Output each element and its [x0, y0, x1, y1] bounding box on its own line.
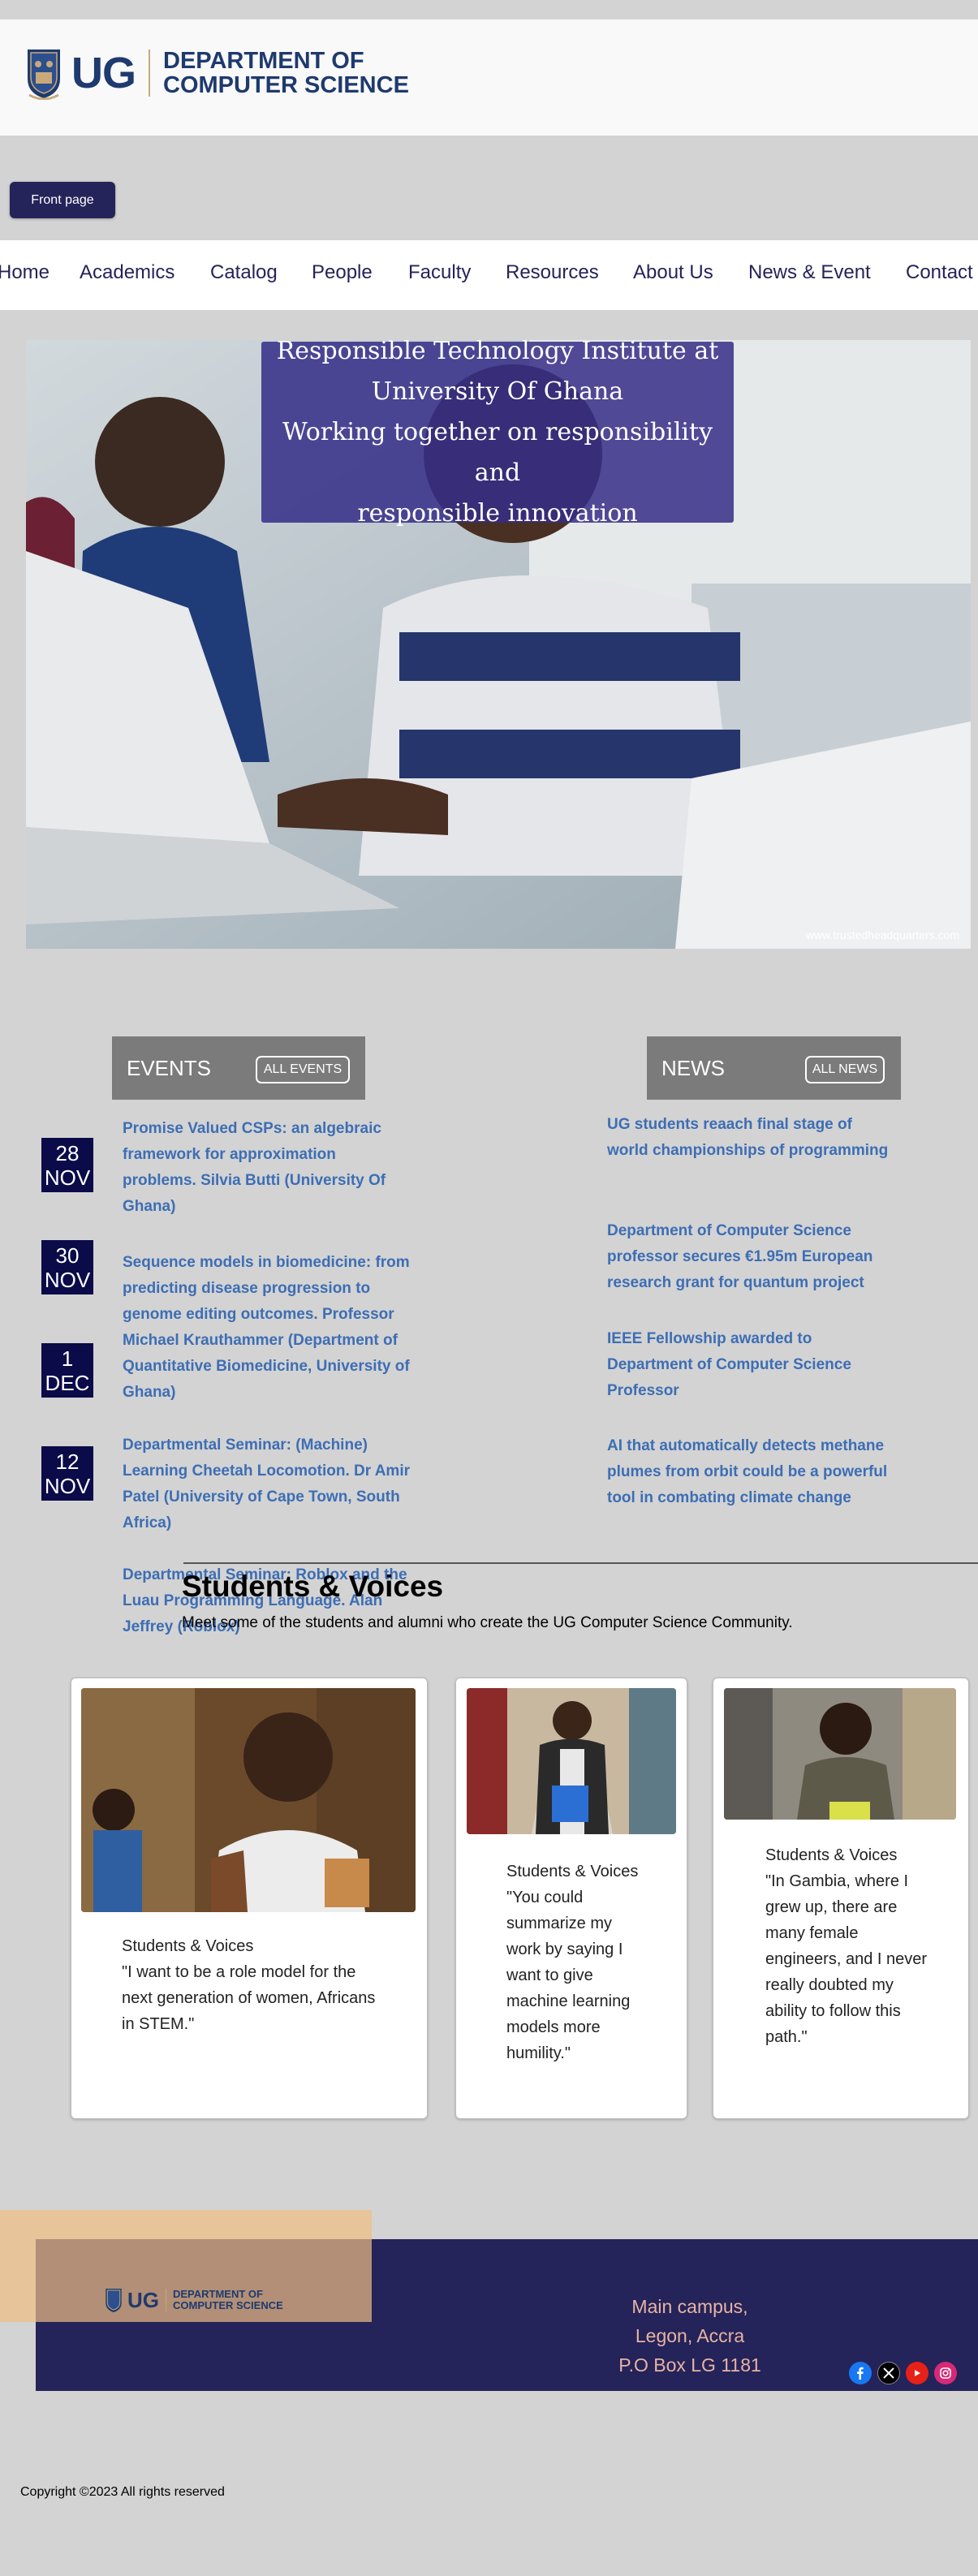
- news-link-3[interactable]: IEEE Fellowship awarded to Department of…: [607, 1326, 893, 1404]
- section-divider: [183, 1562, 978, 1564]
- card-quote: "You could summarize my work by saying I…: [506, 1889, 631, 2062]
- event-date-2: 30 NOV: [41, 1240, 93, 1294]
- events-title: EVENTS: [127, 1056, 212, 1080]
- nav-faculty[interactable]: Faculty: [408, 261, 471, 284]
- event-day: 28: [55, 1140, 80, 1165]
- news-title: NEWS: [661, 1056, 725, 1080]
- card-quote: "In Gambia, where I grew up, there are m…: [765, 1872, 928, 2046]
- front-page-button[interactable]: Front page: [10, 182, 115, 218]
- nav-resources[interactable]: Resources: [506, 261, 599, 284]
- department-line-1: DEPARTMENT OF: [163, 48, 364, 74]
- all-events-button[interactable]: ALL EVENTS: [256, 1056, 350, 1083]
- footer-department-name: DEPARTMENT OF COMPUTER SCIENCE: [173, 2289, 283, 2311]
- ug-crest-icon: [28, 50, 60, 100]
- students-voices-title: Students & Voices: [182, 1570, 444, 1603]
- all-news-button[interactable]: ALL NEWS: [805, 1056, 885, 1083]
- student-photo-2: [467, 1688, 676, 1834]
- x-icon[interactable]: [877, 2362, 900, 2384]
- card-quote: "I want to be a role model for the next …: [122, 1963, 376, 2033]
- event-link-3[interactable]: Departmental Seminar: (Machine) Learning…: [123, 1432, 427, 1536]
- hero-watermark: www.trustedheadquarters.com: [805, 928, 959, 941]
- department-line-2: COMPUTER SCIENCE: [163, 72, 409, 98]
- address-line-3: P.O Box LG 1181: [618, 2354, 761, 2376]
- news-header: NEWS ALL NEWS: [647, 1036, 901, 1100]
- footer-crest-icon: [106, 2288, 122, 2313]
- student-card-3[interactable]: Students & Voices "In Gambia, where I gr…: [713, 1678, 969, 2119]
- footer-address: Main campus, Legon, Accra P.O Box LG 118…: [568, 2292, 812, 2380]
- nav-people[interactable]: People: [312, 261, 373, 284]
- nav-news-event[interactable]: News & Event: [748, 261, 871, 284]
- nav-contact[interactable]: Contact: [906, 261, 973, 284]
- hero-caption: Responsible Technology Institute at Univ…: [261, 337, 734, 528]
- footer-logo-ug: UG: [127, 2287, 159, 2312]
- footer-department-line-2: COMPUTER SCIENCE: [173, 2299, 283, 2311]
- event-month: NOV: [44, 1267, 91, 1292]
- nav-home[interactable]: Home: [0, 261, 50, 284]
- news-link-1[interactable]: UG students reaach final stage of world …: [607, 1112, 893, 1164]
- logo-divider: [149, 50, 150, 97]
- main-nav: Home Academics Catalog People Faculty Re…: [0, 240, 978, 310]
- student-card-2-text: Students & Voices "You could summarize m…: [506, 1859, 644, 2066]
- student-card-2[interactable]: Students & Voices "You could summarize m…: [455, 1678, 687, 2119]
- address-line-1: Main campus,: [631, 2296, 748, 2317]
- nav-academics[interactable]: Academics: [80, 261, 174, 284]
- hero-line-2: University Of Ghana: [371, 377, 624, 406]
- event-link-2[interactable]: Sequence models in biomedicine: from pre…: [123, 1250, 431, 1406]
- event-link-1[interactable]: Promise Valued CSPs: an algebraic framew…: [123, 1116, 411, 1220]
- student-card-1[interactable]: Students & Voices "I want to be a role m…: [71, 1678, 428, 2119]
- footer-logo[interactable]: UG DEPARTMENT OF COMPUTER SCIENCE: [105, 2287, 283, 2313]
- card-label: Students & Voices: [506, 1863, 639, 1880]
- events-header: EVENTS ALL EVENTS: [112, 1036, 365, 1100]
- facebook-icon[interactable]: [849, 2362, 872, 2384]
- student-card-3-text: Students & Voices "In Gambia, where I gr…: [765, 1842, 928, 2050]
- students-voices-subtitle: Meet some of the students and alumni who…: [182, 1614, 793, 1631]
- event-day: 1: [61, 1346, 74, 1371]
- news-link-2[interactable]: Department of Computer Science professor…: [607, 1218, 893, 1296]
- instagram-icon[interactable]: [934, 2362, 957, 2384]
- student-card-1-text: Students & Voices "I want to be a role m…: [122, 1933, 381, 2037]
- event-day: 30: [55, 1243, 80, 1268]
- site-logo[interactable]: UG DEPARTMENT OF COMPUTER SCIENCE: [26, 46, 409, 100]
- hero-line-4: responsible innovation: [357, 498, 638, 528]
- department-name: DEPARTMENT OF COMPUTER SCIENCE: [163, 49, 409, 97]
- nav-catalog[interactable]: Catalog: [210, 261, 278, 284]
- event-date-1: 28 NOV: [41, 1138, 93, 1192]
- event-month: DEC: [45, 1370, 90, 1395]
- card-label: Students & Voices: [122, 1937, 254, 1955]
- student-photo-3: [724, 1688, 956, 1820]
- youtube-icon[interactable]: [906, 2362, 928, 2384]
- logo-ug-text: UG: [71, 49, 136, 97]
- event-date-4: 12 NOV: [41, 1446, 93, 1501]
- event-day: 12: [55, 1449, 80, 1474]
- address-line-2: Legon, Accra: [635, 2325, 745, 2346]
- news-link-4[interactable]: AI that automatically detects methane pl…: [607, 1433, 893, 1511]
- event-date-3: 1 DEC: [41, 1343, 93, 1398]
- nav-about-us[interactable]: About Us: [633, 261, 713, 284]
- copyright-text: Copyright ©2023 All rights reserved: [20, 2485, 225, 2499]
- footer-department-line-1: DEPARTMENT OF: [173, 2288, 263, 2300]
- hero-line-1: Responsible Technology Institute at: [276, 336, 719, 365]
- event-month: NOV: [44, 1473, 91, 1498]
- card-label: Students & Voices: [765, 1846, 898, 1864]
- hero-line-3: Working together on responsibility and: [282, 417, 713, 487]
- student-photo-1: [81, 1688, 416, 1912]
- event-month: NOV: [44, 1165, 91, 1190]
